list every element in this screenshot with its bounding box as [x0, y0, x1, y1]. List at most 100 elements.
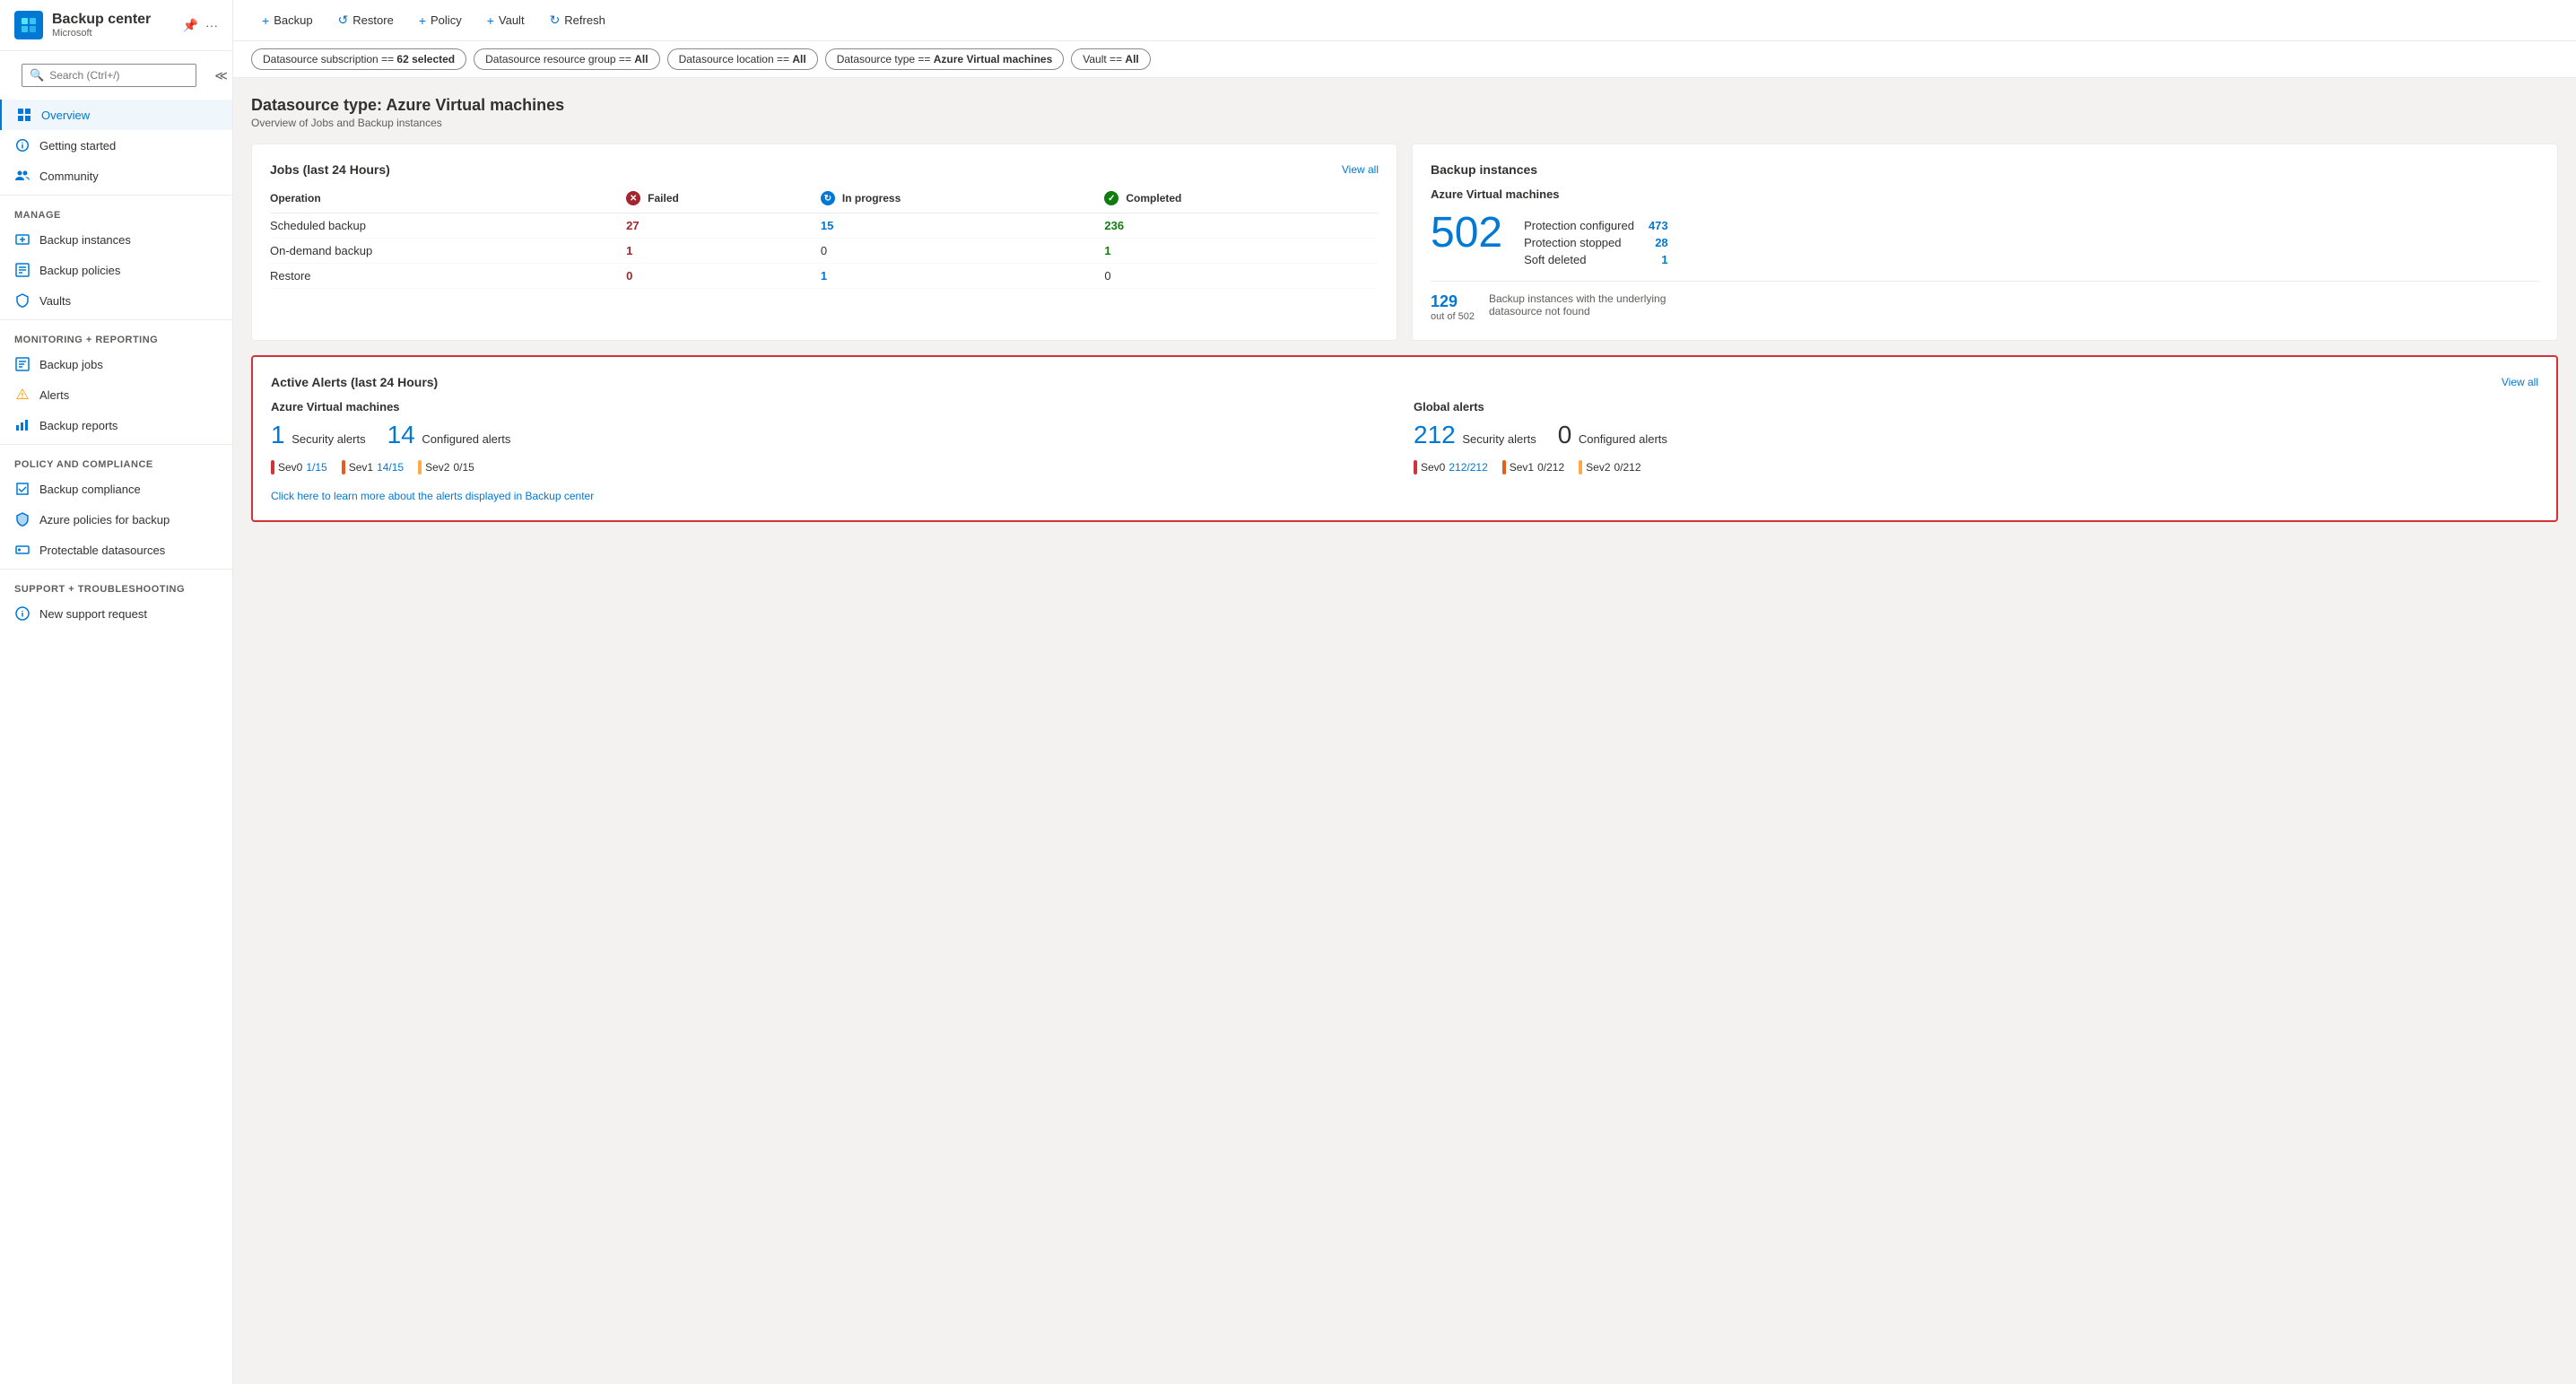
sev-bar — [342, 460, 345, 474]
sidebar-item-overview-label: Overview — [41, 109, 90, 122]
divider-2 — [0, 319, 232, 320]
ellipsis-icon[interactable]: ··· — [205, 18, 218, 32]
refresh-button[interactable]: ↻ Refresh — [539, 7, 616, 33]
job-operation: On-demand backup — [270, 239, 626, 264]
sev-value[interactable]: 14/15 — [377, 461, 404, 474]
sidebar-item-backup-policies[interactable]: Backup policies — [0, 255, 232, 285]
sidebar-header-actions: 📌 ··· — [183, 18, 218, 33]
backup-jobs-icon — [14, 356, 30, 372]
sev-item: Sev2 0/212 — [1579, 460, 1640, 474]
sev-value: 0/212 — [1537, 461, 1564, 474]
sidebar-item-getting-started[interactable]: Getting started — [0, 130, 232, 161]
sev-item: Sev2 0/15 — [418, 460, 474, 474]
sidebar-item-protectable-datasources[interactable]: Protectable datasources — [0, 535, 232, 565]
bi-not-found-count[interactable]: 129 — [1431, 292, 1475, 311]
alerts-card-title: Active Alerts (last 24 Hours) View all — [271, 375, 2538, 389]
sev-label: Sev1 — [349, 461, 373, 474]
sidebar-item-vaults[interactable]: Vaults — [0, 285, 232, 316]
bi-protection-stopped-value[interactable]: 28 — [1649, 236, 1668, 249]
global-security-count: 212 Security alerts — [1414, 421, 1536, 449]
sidebar-item-azure-policies[interactable]: Azure policies for backup — [0, 504, 232, 535]
alerts-learn-more: Click here to learn more about the alert… — [271, 489, 2538, 502]
filter-datasource-type[interactable]: Datasource type == Azure Virtual machine… — [825, 48, 1065, 70]
restore-button[interactable]: ↺ Restore — [327, 7, 405, 33]
sev-item: Sev1 0/212 — [1502, 460, 1564, 474]
jobs-col-inprogress: ↻ In progress — [821, 187, 1104, 213]
backup-button[interactable]: + Backup — [251, 8, 324, 33]
sidebar-header: Backup center Microsoft 📌 ··· — [0, 0, 232, 51]
filter-resource-group[interactable]: Datasource resource group == All — [474, 48, 659, 70]
app-title-block: Backup center Microsoft — [52, 12, 174, 39]
alerts-card: Active Alerts (last 24 Hours) View all A… — [251, 355, 2558, 522]
alerts-view-all-link[interactable]: View all — [2502, 376, 2538, 388]
job-inprogress[interactable]: 1 — [821, 264, 1104, 289]
sev-label: Sev0 — [1421, 461, 1445, 474]
protectable-datasources-icon — [14, 542, 30, 558]
app-subtitle: Microsoft — [52, 28, 174, 39]
pin-icon[interactable]: 📌 — [183, 18, 198, 33]
job-completed[interactable]: 236 — [1104, 213, 1379, 239]
sev-value[interactable]: 1/15 — [306, 461, 326, 474]
sev-bar — [1579, 460, 1582, 474]
job-completed[interactable]: 1 — [1104, 239, 1379, 264]
sev-bar — [1502, 460, 1506, 474]
policy-button[interactable]: + Policy — [408, 8, 473, 33]
job-failed[interactable]: 1 — [626, 239, 821, 264]
sidebar-item-getting-started-label: Getting started — [39, 139, 116, 152]
divider-3 — [0, 444, 232, 445]
vault-button[interactable]: + Vault — [476, 8, 535, 33]
sidebar-item-backup-policies-label: Backup policies — [39, 264, 120, 277]
restore-icon: ↺ — [338, 13, 349, 28]
sidebar-item-overview[interactable]: Overview — [0, 100, 232, 130]
sidebar-item-backup-instances[interactable]: Backup instances — [0, 224, 232, 255]
sev-bar — [418, 460, 422, 474]
filter-vault[interactable]: Vault == All — [1071, 48, 1151, 70]
table-row: Restore 0 1 0 — [270, 264, 1379, 289]
jobs-table: Operation ✕ Failed ↻ — [270, 187, 1379, 289]
global-alerts-count-row: 212 Security alerts 0 Configured alerts — [1414, 421, 2538, 449]
search-icon: 🔍 — [30, 68, 44, 83]
search-row: 🔍 ≪ — [0, 51, 232, 100]
filter-resource-group-text: Datasource resource group == — [485, 53, 634, 65]
bi-out-of-label: out of 502 — [1431, 311, 1475, 322]
monitoring-section-label: Monitoring + reporting — [0, 324, 232, 349]
filter-subscription[interactable]: Datasource subscription == 62 selected — [251, 48, 466, 70]
global-configured-count: 0 Configured alerts — [1558, 421, 1667, 449]
jobs-view-all-link[interactable]: View all — [1342, 163, 1379, 176]
job-operation: Restore — [270, 264, 626, 289]
sidebar-item-backup-compliance-label: Backup compliance — [39, 483, 141, 496]
sev-value[interactable]: 212/212 — [1449, 461, 1487, 474]
job-operation: Scheduled backup — [270, 213, 626, 239]
backup-compliance-icon — [14, 481, 30, 497]
bi-main-row: 502 Protection configured 473 Protection… — [1431, 212, 2539, 266]
sidebar-item-alerts[interactable]: Alerts — [0, 379, 232, 410]
bi-soft-deleted-value[interactable]: 1 — [1649, 253, 1668, 266]
filter-location[interactable]: Datasource location == All — [667, 48, 818, 70]
bi-protection-configured-value[interactable]: 473 — [1649, 219, 1668, 232]
azure-configured-count: 14 Configured alerts — [387, 421, 511, 449]
sidebar-item-backup-jobs[interactable]: Backup jobs — [0, 349, 232, 379]
restore-button-label: Restore — [352, 13, 394, 27]
page-content: Datasource type: Azure Virtual machines … — [233, 78, 2576, 1384]
job-inprogress[interactable]: 15 — [821, 213, 1104, 239]
collapse-sidebar-button[interactable]: ≪ — [211, 65, 231, 87]
search-box: 🔍 — [22, 64, 196, 87]
sidebar-item-new-support-request[interactable]: New support request — [0, 598, 232, 629]
alerts-grid: Azure Virtual machines 1 Security alerts… — [271, 400, 2538, 474]
divider-4 — [0, 569, 232, 570]
sidebar-item-backup-reports[interactable]: Backup reports — [0, 410, 232, 440]
alerts-learn-more-link[interactable]: Click here to learn more about the alert… — [271, 490, 594, 502]
search-input[interactable] — [49, 69, 188, 82]
vault-button-label: Vault — [499, 13, 525, 27]
sev-item: Sev1 14/15 — [342, 460, 404, 474]
job-failed[interactable]: 27 — [626, 213, 821, 239]
toolbar: + Backup ↺ Restore + Policy + Vault ↻ Re… — [233, 0, 2576, 41]
filter-location-text: Datasource location == — [679, 53, 793, 65]
overview-icon — [16, 107, 32, 123]
sidebar-item-community[interactable]: Community — [0, 161, 232, 191]
bi-total-count[interactable]: 502 — [1431, 212, 1502, 255]
sidebar-item-backup-compliance[interactable]: Backup compliance — [0, 474, 232, 504]
bi-protection-configured-label: Protection configured — [1524, 219, 1634, 232]
filter-vault-text: Vault == — [1083, 53, 1125, 65]
vault-plus-icon: + — [487, 13, 494, 28]
